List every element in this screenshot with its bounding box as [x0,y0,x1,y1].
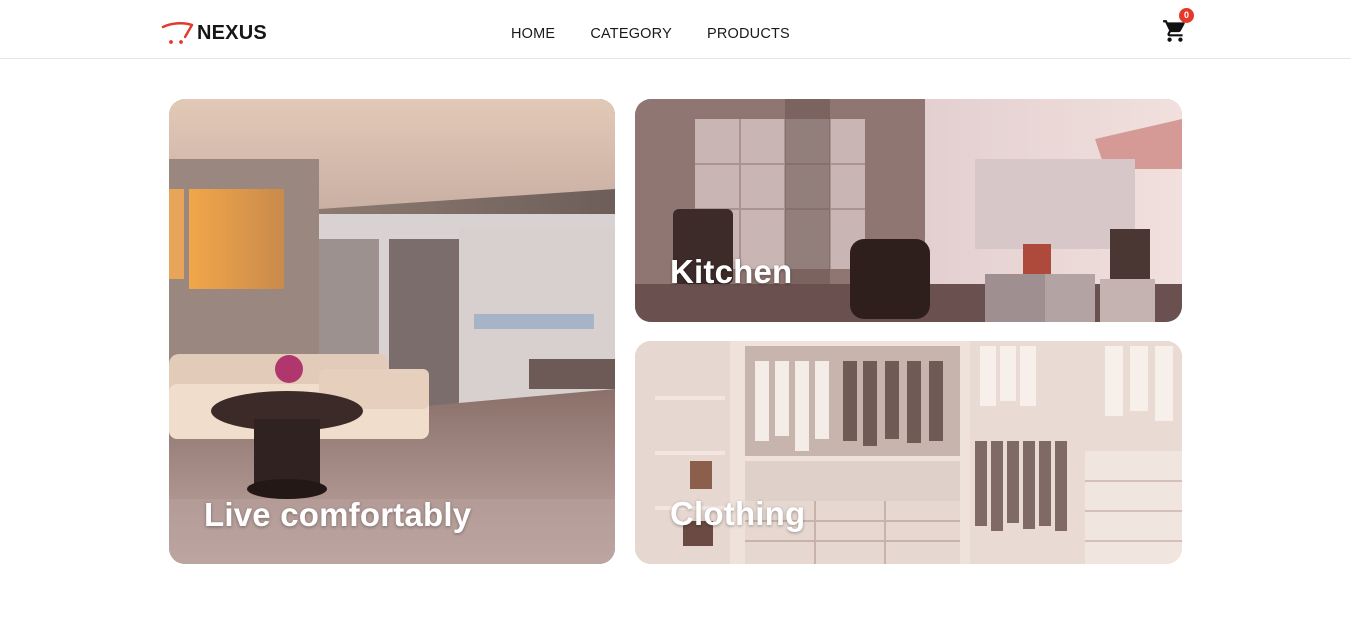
main-nav: HOME CATEGORY PRODUCTS [511,24,825,44]
nav-products-link[interactable]: PRODUCTS [707,24,790,44]
tile-label-clothing: Clothing [670,495,806,532]
brand-name: NEXUS [197,21,267,44]
cart-swoosh-icon [161,22,194,44]
nav-home-link[interactable]: HOME [511,24,555,44]
tile-label-living: Live comfortably [204,496,472,533]
site-header: NEXUS HOME CATEGORY PRODUCTS 0 [0,0,1351,59]
category-tile-kitchen[interactable]: Kitchen [635,99,1182,322]
nav-category-link[interactable]: CATEGORY [590,24,672,44]
category-tile-living[interactable]: Live comfortably [169,99,615,564]
living-room-photo [169,99,615,564]
tile-label-kitchen: Kitchen [670,253,793,290]
cart-count-badge: 0 [1179,8,1194,23]
category-tile-clothing[interactable]: Clothing [635,341,1182,564]
cart-button[interactable]: 0 [1162,8,1194,44]
brand-logo-link[interactable]: NEXUS [161,18,267,48]
